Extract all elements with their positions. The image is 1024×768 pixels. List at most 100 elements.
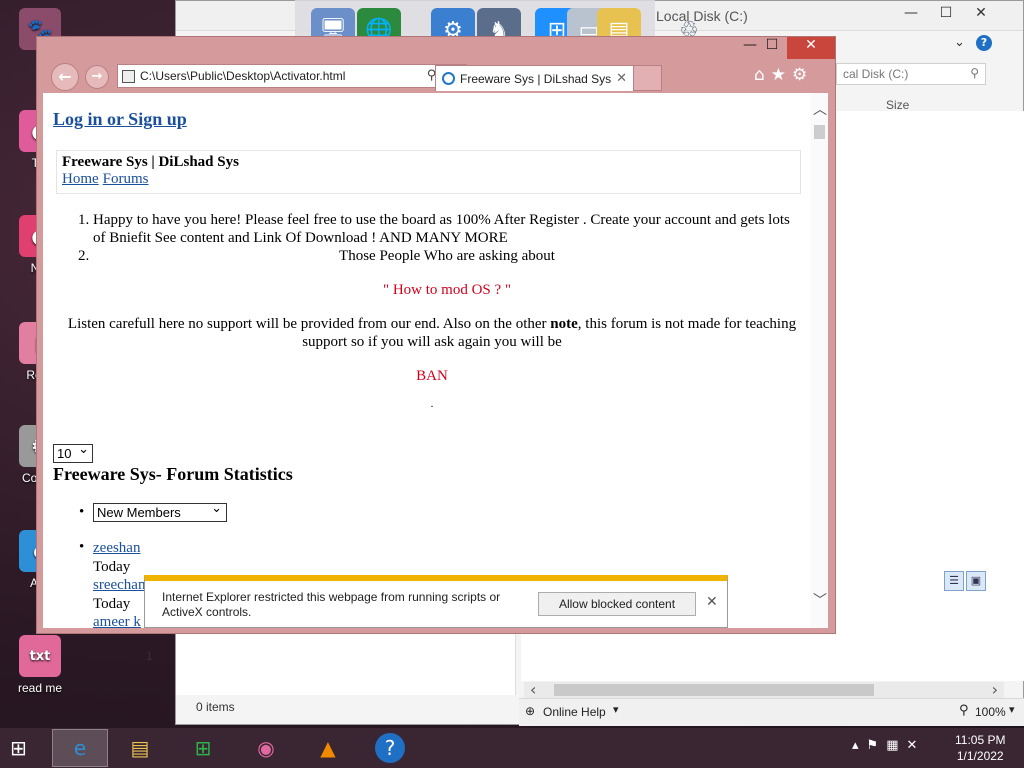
clock-date: 1/1/2022 [956,749,1004,763]
minimize-icon[interactable]: — [896,1,926,25]
warning-text: Listen carefull here no support will be … [63,315,801,351]
warning-part-1: Listen carefull here no support will be … [67,316,551,332]
nav-link-home[interactable]: Home [62,171,99,187]
web-page-viewport[interactable]: Log in or Sign up Freeware Sys | DiLshad… [43,93,828,628]
zoom-icon[interactable]: ⚲ [959,703,969,718]
tab-freeware-sys[interactable]: Freeware Sys | DiLshad Sys ✕ [435,65,634,91]
notice-item: Happy to have you here! Please feel free… [93,211,801,247]
scroll-up-icon[interactable]: ︿ [813,99,827,119]
vlc-taskbar-icon[interactable]: ▲ [300,729,356,767]
desktop-icon[interactable]: txt read me [0,635,80,695]
notice-list: Happy to have you here! Please feel free… [53,211,801,413]
login-signup-link[interactable]: Log in or Sign up [53,109,187,130]
internet-explorer-taskbar-icon[interactable]: e [52,729,108,767]
search-icon[interactable]: ⚲ [970,66,979,80]
chevron-down-icon[interactable]: ⌄ [954,35,965,50]
explorer-search-input[interactable]: cal Disk (C:) ⚲ [836,63,986,85]
allow-blocked-content-button[interactable]: Allow blocked content [538,592,696,616]
desktop-icon-image: txt [19,635,61,677]
scroll-down-icon[interactable]: ﹀ [813,590,827,610]
volume-muted-icon[interactable]: ✕ [906,738,917,753]
bullet: • [79,504,85,520]
online-help-button[interactable]: Online Help [543,705,606,719]
windows-start-icon[interactable]: ⊞ [10,736,38,760]
address-text[interactable]: C:\Users\Public\Desktop\Activator.html [140,69,345,83]
statistics-select[interactable]: New Members [93,501,227,522]
bullet: • [79,539,85,555]
scroll-thumb[interactable] [814,125,825,139]
column-header-size[interactable]: Size [886,98,909,112]
notice-text: Those People Who are asking about [339,248,555,264]
member-joined: Today [93,595,131,612]
file-explorer-taskbar-icon[interactable]: ▤ [112,729,168,767]
maximize-icon[interactable]: ☐ [931,1,961,25]
per-page-select[interactable]: 10 [53,442,93,463]
member-link[interactable]: ameer k [93,614,141,628]
notice-text: Happy to have you here! Please feel free… [93,212,790,246]
taskbar: ⊞ e ▤ ⊞ ◉ ▲ ? ▴ ⚑ ▦ ✕ 11:05 PM 1/1/2022 [0,728,1024,768]
gear-icon[interactable]: ⚙ [792,65,807,85]
new-tab-button[interactable] [634,65,662,91]
help-taskbar-icon[interactable]: ? [362,729,418,767]
help-icon[interactable]: ? [976,35,992,51]
scroll-right-icon[interactable]: › [992,680,998,699]
close-icon[interactable]: ✕ [787,37,835,59]
status-item-count: 0 items [196,700,235,714]
store-taskbar-icon[interactable]: ⊞ [175,729,231,767]
forum-statistics-title: Freeware Sys- Forum Statistics [53,464,293,484]
favorites-star-icon[interactable]: ★ [771,65,786,85]
notification-message: Internet Explorer restricted this webpag… [162,590,501,619]
forward-icon[interactable]: → [85,65,109,89]
desktop-icon-label: read me [17,681,63,695]
question-text: " How to mod OS ? " [382,282,512,298]
blocked-content-notification: Internet Explorer restricted this webpag… [144,575,728,628]
close-icon[interactable]: ✕ [966,1,996,25]
close-tab-icon[interactable]: ✕ [616,71,627,86]
large-icons-view-icon[interactable]: ▣ [966,571,986,591]
maximize-icon[interactable]: ☐ [755,37,789,59]
home-icon[interactable]: ⌂ [754,65,765,85]
member-link[interactable]: sreechan [93,577,145,593]
online-help-icon[interactable]: ⊕ [525,704,535,718]
flag-icon[interactable]: ⚑ [867,738,879,753]
forum-header: Freeware Sys | DiLshad Sys Home Forums [56,150,801,194]
clock-time: 11:05 PM [955,733,1006,747]
media-player-taskbar-icon[interactable]: ◉ [238,729,294,767]
new-members-list: zeeshan Today sreechan Today ameer k [93,539,145,628]
address-bar[interactable]: C:\Users\Public\Desktop\Activator.html ⚲… [117,64,467,88]
browser-toolbar-icons: ⌂ ★ ⚙ [754,65,813,85]
member-joined: Today [93,558,131,575]
network-icon[interactable]: ▦ [886,738,898,753]
navigation-pane[interactable]: 1 [146,631,516,695]
chevron-down-icon[interactable]: ▾ [613,703,619,716]
dot-separator: . [430,398,434,410]
notice-item: Those People Who are asking about " How … [68,247,801,413]
explorer-search-placeholder: cal Disk (C:) [843,67,909,81]
zoom-level[interactable]: 100% [975,705,1006,719]
details-view-icon[interactable]: ☰ [944,571,964,591]
internet-explorer-window: — ☐ ✕ ← → C:\Users\Public\Desktop\Activa… [36,36,836,634]
explorer-bottom-bar: ⊕ Online Help ▾ ⚲ 100% ▾ [519,698,1024,726]
member-link[interactable]: zeeshan [93,540,140,556]
nav-row-fragment: 1 [146,649,153,663]
close-icon[interactable]: ✕ [706,594,718,610]
site-name: Freeware Sys | DiLshad Sys [62,154,239,170]
back-icon[interactable]: ← [51,63,79,91]
ban-text: BAN [416,368,448,384]
per-page-value: 10 [57,446,72,461]
scroll-thumb[interactable] [554,684,874,696]
chevron-down-icon[interactable]: ▾ [1009,703,1015,716]
horizontal-scrollbar[interactable]: ‹ › [524,680,1004,699]
clock[interactable]: 11:05 PM 1/1/2022 [955,732,1005,764]
page-icon [122,70,135,83]
chevron-up-icon[interactable]: ▴ [852,738,859,753]
nav-link-forums[interactable]: Forums [103,171,149,187]
tab-title: Freeware Sys | DiLshad Sys [460,72,612,86]
statistics-select-value: New Members [97,505,181,520]
system-tray: ▴ ⚑ ▦ ✕ [852,738,925,753]
view-buttons: ☰ ▣ [944,571,988,591]
scroll-left-icon[interactable]: ‹ [530,680,536,699]
ie-tab-icon [442,72,455,85]
warning-bold: note [550,316,578,332]
vertical-scrollbar[interactable]: ︿ ﹀ [811,93,828,628]
